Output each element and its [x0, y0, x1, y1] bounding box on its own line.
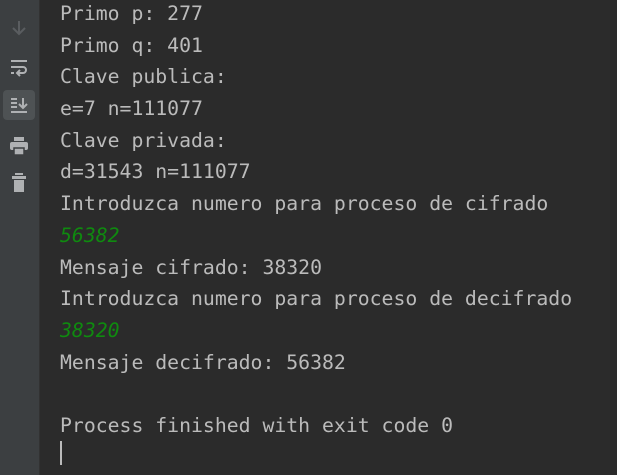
print-icon: [10, 137, 28, 156]
console-input-line: 56382: [60, 223, 120, 247]
trash-icon: [12, 173, 26, 192]
console-output-line: Clave privada:: [60, 128, 227, 152]
console-output[interactable]: Primo p: 277 Primo q: 401 Clave publica: e=…: [60, 0, 617, 442]
scroll-to-end-icon: [11, 98, 28, 113]
soft-wrap-button[interactable]: [3, 53, 35, 83]
down-button[interactable]: [3, 13, 35, 43]
text-cursor: [60, 441, 62, 465]
console-output-line: Process finished with exit code 0: [60, 413, 454, 437]
clear-all-button[interactable]: [3, 168, 35, 198]
console-input-line: 38320: [60, 318, 120, 342]
console-output-line: d=31543 n=111077: [60, 160, 251, 184]
console-output-line: Primo p: 277: [60, 2, 203, 25]
console-output-line: Primo q: 401: [60, 33, 203, 57]
arrow-down-icon: [12, 21, 26, 36]
scroll-to-end-button[interactable]: [3, 90, 35, 120]
console-output-line: Introduzca numero para proceso de decifr…: [60, 287, 573, 311]
console-output-line: Introduzca numero para proceso de cifrad…: [60, 192, 549, 216]
print-button[interactable]: [3, 131, 35, 161]
console-output-line: Mensaje cifrado: 38320: [60, 255, 323, 279]
console-output-line: e=7 n=111077: [60, 97, 203, 121]
console-output-line: Mensaje decifrado: 56382: [60, 350, 346, 374]
soft-wrap-icon: [11, 60, 27, 77]
console-output-line: Clave publica:: [60, 65, 227, 89]
console-toolbar: [0, 0, 40, 475]
